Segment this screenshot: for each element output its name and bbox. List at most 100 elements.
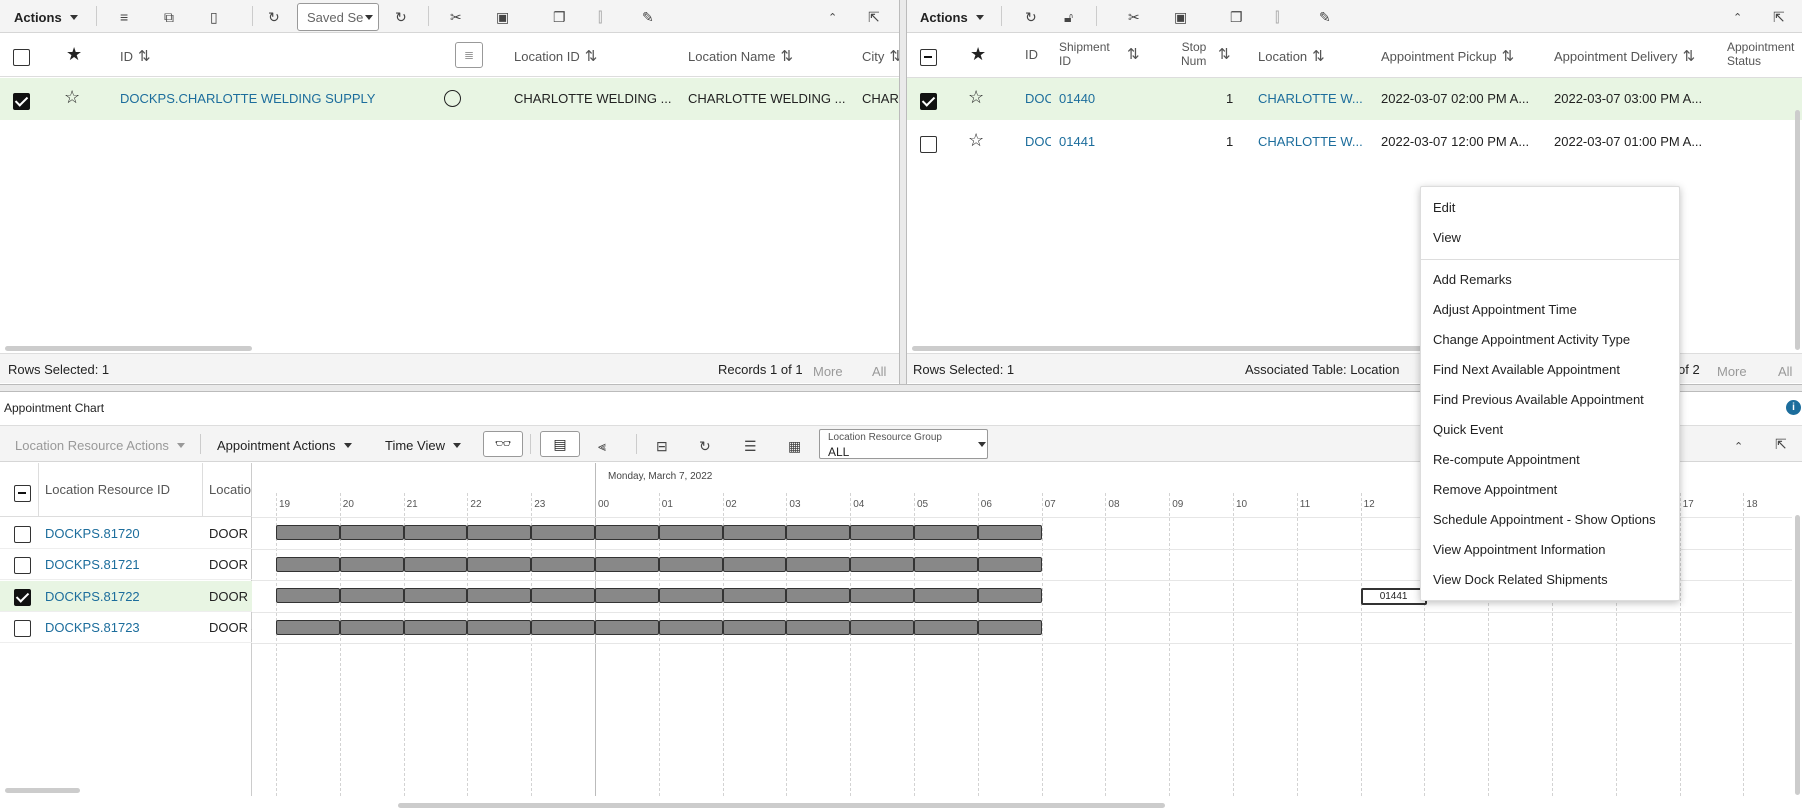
row-checkbox[interactable] — [920, 93, 937, 110]
collapse-up-icon[interactable]: ⌃ — [828, 6, 837, 28]
resource-row[interactable]: DOCKPS.81720 DOOR 1 — [0, 518, 252, 549]
column-header-resource-id[interactable]: Location Resource ID — [45, 482, 170, 497]
table-row[interactable]: ☆ DOC 01441 1 CHARLOTTE W... 2022-03-07 … — [907, 121, 1802, 163]
blocked-time-bar[interactable] — [658, 620, 723, 635]
table-row[interactable]: ☆ DOC 01440 1 CHARLOTTE W... 2022-03-07 … — [907, 78, 1802, 120]
menu-item-schedule-appointment-show-options[interactable]: Schedule Appointment - Show Options — [1433, 512, 1656, 527]
right-expand-icon[interactable]: ⇱ — [1773, 6, 1785, 28]
edit-icon[interactable]: ✎ — [642, 6, 654, 28]
right-tools-icon[interactable]: ✂ — [1128, 6, 1140, 28]
blocked-time-bar[interactable] — [339, 525, 404, 540]
column-header-appointment-delivery[interactable]: Appointment Delivery ⇅ — [1554, 47, 1695, 65]
row-shipment-id[interactable]: 01441 — [1059, 134, 1095, 149]
column-chooser-icon[interactable]: ≣ — [455, 42, 483, 68]
column-header-location-name[interactable]: Location Name ⇅ — [688, 47, 793, 65]
resource-row-checkbox[interactable] — [14, 557, 31, 574]
blocked-time-bar[interactable] — [531, 557, 595, 572]
resource-id-link[interactable]: DOCKPS.81722 — [45, 589, 140, 604]
blocked-time-bar[interactable] — [914, 588, 978, 603]
blocked-time-bar[interactable] — [403, 557, 468, 572]
menu-item-re-compute-appointment[interactable]: Re-compute Appointment — [1433, 452, 1580, 467]
right-all-link[interactable]: All — [1778, 364, 1792, 379]
left-select-all-checkbox[interactable] — [13, 49, 30, 66]
menu-item-remove-appointment[interactable]: Remove Appointment — [1433, 482, 1557, 497]
right-favorite-header-icon[interactable]: ★ — [970, 44, 986, 65]
blocked-time-bar[interactable] — [786, 620, 851, 635]
blocked-time-bar[interactable] — [977, 525, 1042, 540]
location-resource-group-select[interactable]: Location Resource Group ALL — [819, 429, 988, 459]
stop-sort-icon[interactable]: ⇅ — [1213, 45, 1231, 63]
chart-icon[interactable]: ⫿ — [598, 6, 602, 28]
layout-icon[interactable]: ⧉ — [164, 6, 174, 28]
resource-row-checkbox[interactable] — [14, 526, 31, 543]
glasses-icon[interactable]: 👓︎ — [483, 431, 523, 457]
right-horizontal-scrollbar[interactable] — [912, 346, 1432, 351]
blocked-time-bar[interactable] — [786, 588, 851, 603]
column-header-location[interactable]: Location ⇅ — [1258, 47, 1325, 65]
blocked-time-bar[interactable] — [722, 557, 787, 572]
menu-item-change-appointment-activity-type[interactable]: Change Appointment Activity Type — [1433, 332, 1630, 347]
row-id-link[interactable]: DOCKPS.CHARLOTTE WELDING SUPPLY — [120, 91, 375, 106]
chart-collapse-icon[interactable]: ⌃ — [1734, 435, 1743, 457]
blocked-time-bar[interactable] — [977, 620, 1042, 635]
row-location[interactable]: CHARLOTTE W... — [1258, 134, 1363, 149]
right-vertical-scrollbar[interactable] — [1795, 110, 1800, 350]
blocked-time-bar[interactable] — [850, 588, 914, 603]
menu-item-adjust-appointment-time[interactable]: Adjust Appointment Time — [1433, 302, 1577, 317]
reload-icon[interactable]: ↻ — [395, 6, 407, 28]
time-view-button[interactable]: Time View — [385, 434, 461, 456]
resource-row[interactable]: DOCKPS.81721 DOOR 2 — [0, 549, 252, 580]
resource-row[interactable]: DOCKPS.81723 DOOR 4 — [0, 612, 252, 643]
right-refresh-icon[interactable]: ↻ — [1025, 6, 1037, 28]
expand-icon[interactable]: ⇱ — [868, 6, 880, 28]
blocked-time-bar[interactable] — [595, 620, 659, 635]
menu-item-view[interactable]: View — [1433, 230, 1461, 245]
menu-item-quick-event[interactable]: Quick Event — [1433, 422, 1503, 437]
favorite-star-icon[interactable]: ☆ — [968, 130, 984, 151]
blocked-time-bar[interactable] — [658, 557, 723, 572]
blocked-time-bar[interactable] — [595, 525, 659, 540]
timeline-vertical-scrollbar[interactable] — [1795, 515, 1800, 795]
resource-row-checkbox[interactable] — [14, 589, 31, 606]
resource-row-checkbox[interactable] — [14, 620, 31, 637]
column-header-city[interactable]: City ⇅ — [862, 47, 900, 65]
blocked-time-bar[interactable] — [467, 588, 532, 603]
blocked-time-bar[interactable] — [531, 588, 595, 603]
blocked-time-bar[interactable] — [276, 588, 340, 603]
blocked-time-bar[interactable] — [339, 620, 404, 635]
blocked-time-bar[interactable] — [595, 557, 659, 572]
row-location[interactable]: CHARLOTTE W... — [1258, 91, 1363, 106]
chart-expand-icon[interactable]: ⇱ — [1775, 433, 1787, 455]
column-header-appointment-status[interactable]: Appointment Status — [1727, 40, 1802, 68]
column-header-resource-location[interactable]: Locatio — [209, 482, 252, 497]
left-horizontal-scrollbar[interactable] — [5, 346, 252, 351]
column-header-location-id[interactable]: Location ID ⇅ — [514, 47, 597, 65]
info-icon[interactable]: i — [1786, 400, 1801, 415]
menu-item-view-appointment-information[interactable]: View Appointment Information — [1433, 542, 1605, 557]
blocked-time-bar[interactable] — [850, 620, 914, 635]
right-actions-button[interactable]: Actions — [920, 5, 984, 29]
right-edit-icon[interactable]: ✎ — [1319, 6, 1331, 28]
left-more-link[interactable]: More — [813, 364, 843, 379]
blocked-time-bar[interactable] — [467, 557, 532, 572]
document-icon[interactable]: ▯ — [210, 6, 218, 28]
right-collapse-icon[interactable]: ⌃ — [1733, 6, 1742, 28]
column-header-shipment-id[interactable]: Shipment ID — [1059, 40, 1110, 68]
blocked-time-bar[interactable] — [977, 588, 1042, 603]
blocked-time-bar[interactable] — [403, 525, 468, 540]
resource-id-link[interactable]: DOCKPS.81721 — [45, 557, 140, 572]
list-view-icon[interactable]: ▤ — [540, 431, 580, 457]
blocked-time-bar[interactable] — [339, 588, 404, 603]
blocked-time-bar[interactable] — [914, 620, 978, 635]
blocked-time-bar[interactable] — [276, 557, 340, 572]
blocked-time-bar[interactable] — [977, 557, 1042, 572]
tools-icon[interactable]: ✂ — [450, 6, 462, 28]
resource-grid-scrollbar[interactable] — [5, 788, 80, 793]
column-header-appointment-pickup[interactable]: Appointment Pickup ⇅ — [1381, 47, 1514, 65]
blocked-time-bar[interactable] — [722, 525, 787, 540]
menu-item-view-dock-related-shipments[interactable]: View Dock Related Shipments — [1433, 572, 1608, 587]
row-id-link[interactable]: DOC — [1025, 134, 1051, 149]
right-save-icon[interactable]: ▣ — [1174, 6, 1187, 28]
blocked-time-bar[interactable] — [786, 557, 851, 572]
column-settings-icon[interactable]: ≡ — [120, 6, 128, 28]
